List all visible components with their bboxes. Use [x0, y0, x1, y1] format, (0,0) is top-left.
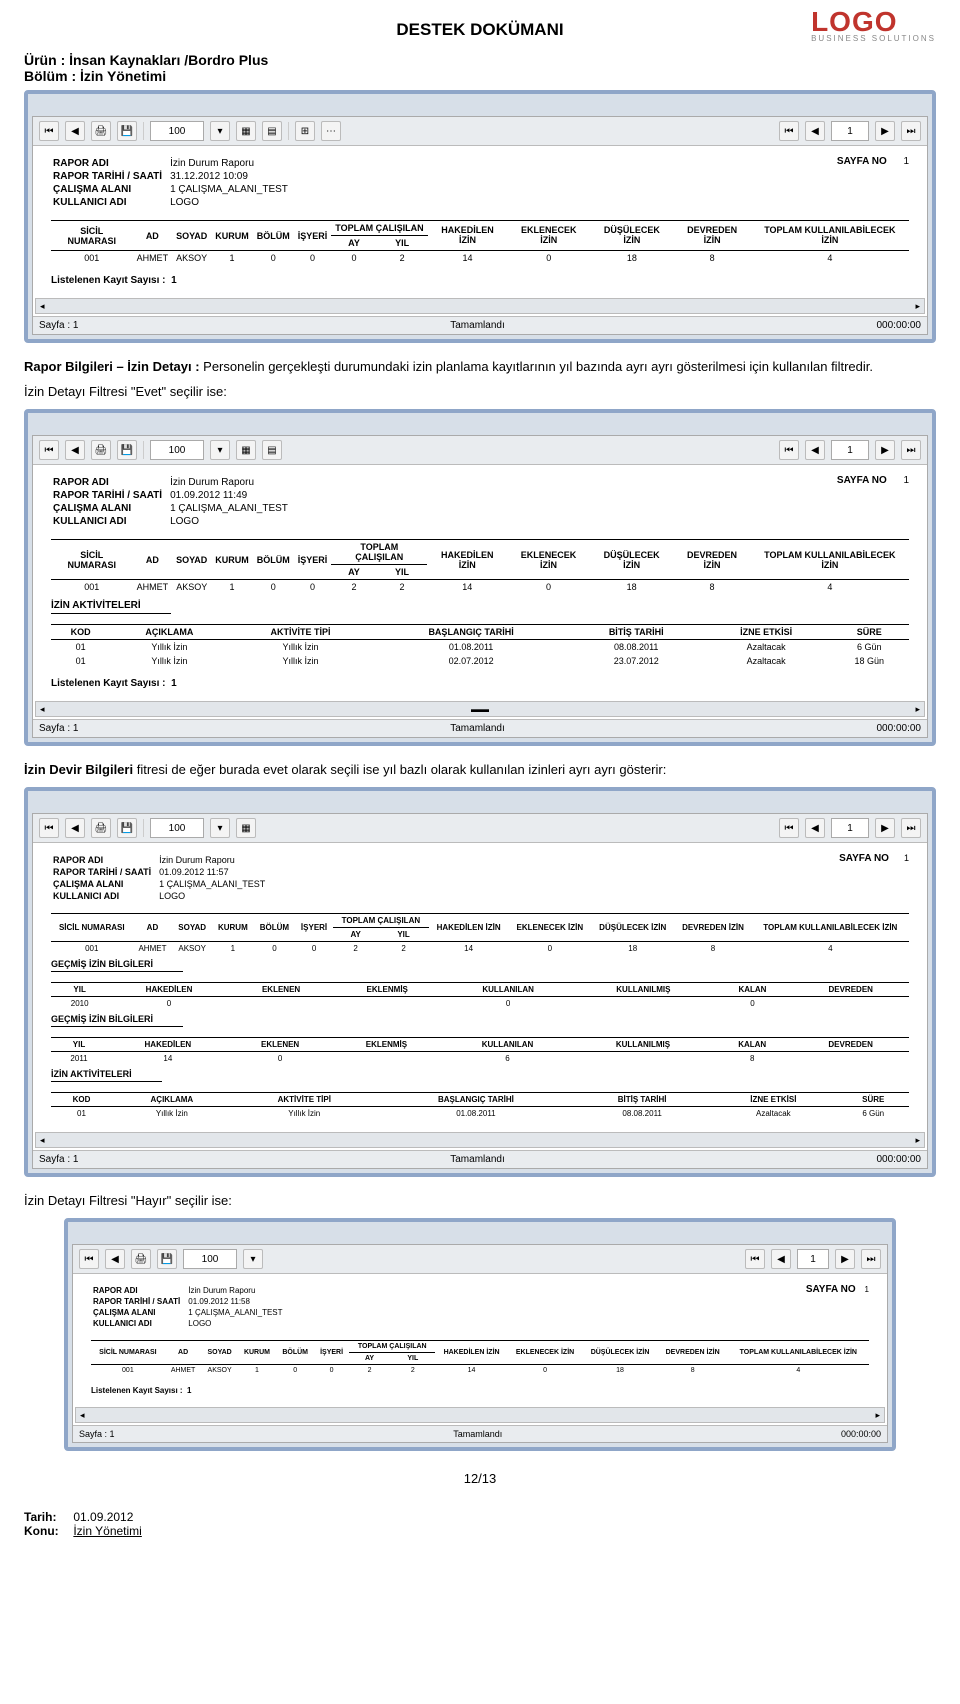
status-bar: Sayfa : 1Tamamlandı000:00:00 — [33, 316, 927, 334]
horizontal-scrollbar[interactable]: ◂▸ — [75, 1407, 885, 1423]
main-data-table: SİCİL NUMARASIADSOYAD KURUMBÖLÜMİŞYERİ T… — [51, 220, 909, 265]
screenshot-report-3: ⏮ ◀ 🖨 💾 100 ▾ ▦ ⏮ ◀ 1 ▶ ⏭ RAPOR ADIİzin … — [24, 787, 936, 1177]
layout-button[interactable]: ⊞ — [295, 121, 315, 141]
save-button[interactable]: 💾 — [117, 121, 137, 141]
activity-subheader: İZİN AKTİVİTELERİ — [51, 600, 171, 614]
zoom-dropdown-icon[interactable]: ▾ — [210, 121, 230, 141]
fit-page-button[interactable]: ▦ — [236, 440, 256, 460]
horizontal-scrollbar[interactable]: ◂▸ — [35, 298, 925, 314]
screenshot-report-4: ⏮ ◀ 🖨 💾 100 ▾ ⏮ ◀ 1 ▶ ⏭ RAPOR ADIİzin Du… — [64, 1218, 896, 1451]
footer-credentials: Tarih: 01.09.2012 Konu: İzin Yönetimi — [24, 1510, 936, 1538]
history-subheader: GEÇMİŞ İZİN BİLGİLERİ — [51, 959, 183, 972]
zoom-dropdown-icon[interactable]: ▾ — [210, 440, 230, 460]
history-table: YILHAKEDİLENEKLENENEKLENMİŞKULLANILANKUL… — [51, 982, 909, 1010]
product-block: Ürün : İnsan Kaynakları /Bordro Plus Böl… — [24, 52, 936, 84]
nav-first-button[interactable]: ⏮ — [39, 440, 59, 460]
horizontal-scrollbar[interactable]: ◂▸ — [35, 1132, 925, 1148]
report-header-left: RAPOR ADIİzin Durum Raporu RAPOR TARİHİ … — [51, 156, 296, 210]
report-toolbar: ⏮ ◀ 🖨 💾 100 ▾ ▦ ▤ ⊞ ⋯ ⏮ ◀ 1 ▶ ⏭ — [33, 117, 927, 146]
product-value: : İnsan Kaynakları /Bordro Plus — [61, 52, 269, 68]
zoom-combo[interactable]: 100 — [150, 121, 204, 141]
page-first-button[interactable]: ⏮ — [779, 121, 799, 141]
activity-table: KODAÇIKLAMAAKTİVİTE TİPİ BAŞLANGIÇ TARİH… — [51, 624, 909, 668]
report-header-right: SAYFA NO 1 — [837, 156, 909, 210]
zoom-combo[interactable]: 100 — [150, 440, 204, 460]
table-row: 01Yıllık İzinYıllık İzin01.08.201108.08.… — [51, 640, 909, 655]
fit-page-button[interactable]: ▦ — [236, 121, 256, 141]
paragraph-3: İzin Devir Bilgileri fitresi de eğer bur… — [24, 762, 936, 777]
nav-first-button[interactable]: ⏮ — [39, 818, 59, 838]
product-label: Ürün — [24, 52, 57, 68]
history-subheader-2: GEÇMİŞ İZİN BİLGİLERİ — [51, 1014, 183, 1027]
brand-logo: LOGO BUSINESS SOLUTIONS — [811, 6, 936, 43]
page-input[interactable]: 1 — [831, 440, 869, 460]
save-button[interactable]: 💾 — [117, 818, 137, 838]
nav-prev-button[interactable]: ◀ — [65, 121, 85, 141]
horizontal-scrollbar[interactable]: ◂▬▬▸ — [35, 701, 925, 717]
print-button[interactable]: 🖨 — [91, 440, 111, 460]
table-row: 01Yıllık İzinYıllık İzin02.07.201223.07.… — [51, 654, 909, 668]
save-button[interactable]: 💾 — [117, 440, 137, 460]
print-button[interactable]: 🖨 — [91, 818, 111, 838]
page-title: DESTEK DOKÜMANI — [24, 20, 936, 40]
page-number: 12/13 — [24, 1471, 936, 1486]
paragraph-1: Rapor Bilgileri – İzin Detayı : Personel… — [24, 359, 936, 374]
nav-first-button[interactable]: ⏮ — [39, 121, 59, 141]
page-input[interactable]: 1 — [831, 121, 869, 141]
listed-count: Listelenen Kayıt Sayısı : 1 — [51, 275, 909, 286]
table-row: 001AHMETAKSOY 100 0214 0188 4 — [51, 251, 909, 266]
print-button[interactable]: 🖨 — [91, 121, 111, 141]
zoom-combo[interactable]: 100 — [150, 818, 204, 838]
paragraph-2: İzin Detayı Filtresi "Evet" seçilir ise: — [24, 384, 936, 399]
options-button[interactable]: ⋯ — [321, 121, 341, 141]
screenshot-report-2: ⏮ ◀ 🖨 💾 100 ▾ ▦ ▤ ⏮ ◀ 1 ▶ ⏭ RAPOR ADIİ — [24, 409, 936, 746]
page-prev-button[interactable]: ◀ — [805, 121, 825, 141]
activity-subheader: İZİN AKTİVİTELERİ — [51, 1069, 162, 1082]
page-prev-button[interactable]: ◀ — [805, 440, 825, 460]
paragraph-4: İzin Detayı Filtresi "Hayır" seçilir ise… — [24, 1193, 936, 1208]
fit-width-button[interactable]: ▤ — [262, 440, 282, 460]
logo-subtitle: BUSINESS SOLUTIONS — [811, 34, 936, 43]
section-label: Bölüm — [24, 68, 68, 84]
page-first-button[interactable]: ⏮ — [779, 440, 799, 460]
fit-width-button[interactable]: ▤ — [262, 121, 282, 141]
nav-prev-button[interactable]: ◀ — [65, 818, 85, 838]
screenshot-report-1: ⏮ ◀ 🖨 💾 100 ▾ ▦ ▤ ⊞ ⋯ ⏮ ◀ 1 ▶ ⏭ — [24, 90, 936, 343]
page-last-button[interactable]: ⏭ — [901, 440, 921, 460]
nav-prev-button[interactable]: ◀ — [65, 440, 85, 460]
page-next-button[interactable]: ▶ — [875, 440, 895, 460]
page-last-button[interactable]: ⏭ — [901, 121, 921, 141]
table-row: 001AHMETAKSOY 1002 2140 1884 — [51, 580, 909, 595]
page-next-button[interactable]: ▶ — [875, 121, 895, 141]
section-value: : İzin Yönetimi — [71, 68, 166, 84]
